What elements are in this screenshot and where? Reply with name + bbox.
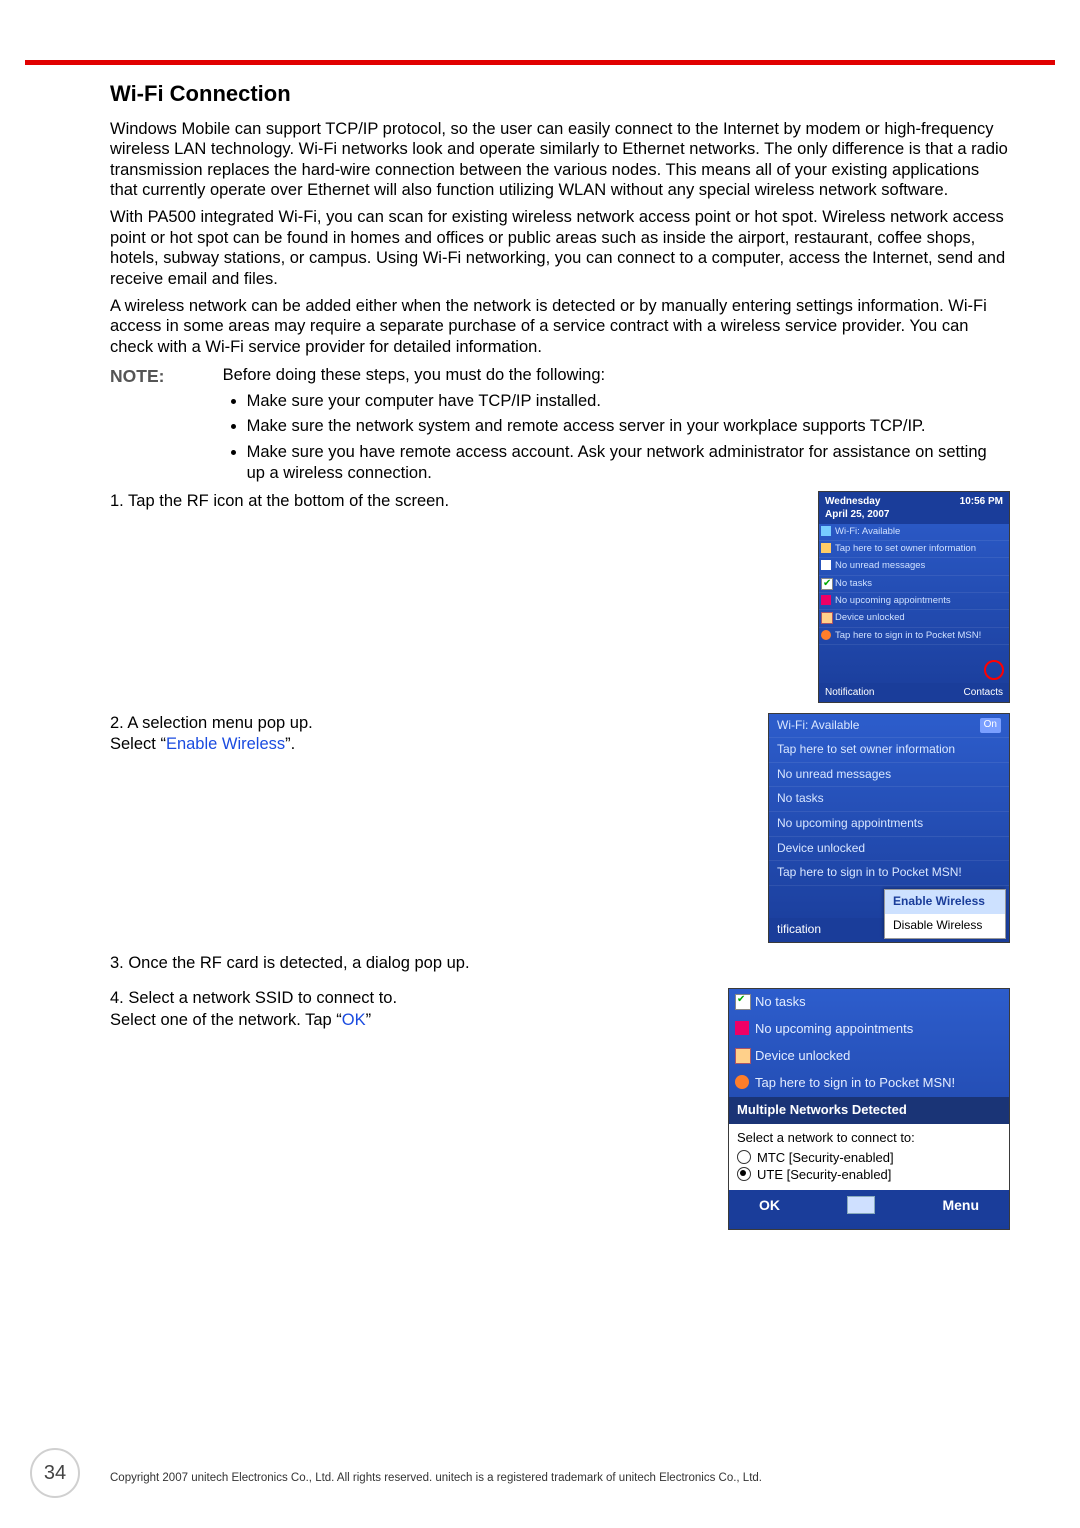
dev1-footer: Notification Contacts [819, 683, 1009, 702]
note-bullet-3: Make sure you have remote access account… [247, 442, 993, 485]
dev1-day: Wednesday [825, 496, 880, 507]
dev3-row-msn: Tap here to sign in to Pocket MSN! [729, 1070, 1009, 1097]
top-accent-bar [25, 60, 1055, 65]
dev2-row-appts: No upcoming appointments [769, 812, 1009, 837]
step-2b-pre: Select “ [110, 735, 166, 753]
step-2a: 2. A selection menu pop up. [110, 714, 313, 732]
note-intro: Before doing these steps, you must do th… [223, 366, 605, 384]
note-bullet-1: Make sure your computer have TCP/IP inst… [247, 391, 993, 412]
dev3-footer: OK Menu [729, 1190, 1009, 1220]
menu-item-enable-wireless[interactable]: Enable Wireless [885, 890, 1005, 914]
keyboard-icon[interactable] [847, 1196, 875, 1214]
dev2-row-owner: Tap here to set owner information [769, 738, 1009, 763]
step-4-block: 4. Select a network SSID to connect to. … [110, 988, 1010, 1230]
note-body: Before doing these steps, you must do th… [223, 365, 993, 490]
step-4a: 4. Select a network SSID to connect to. [110, 989, 397, 1007]
dev2-wifi-label: Wi-Fi: Available [777, 718, 859, 734]
dev2-row-msgs: No unread messages [769, 763, 1009, 788]
ok-link: OK [342, 1011, 366, 1029]
copyright-footer: Copyright 2007 unitech Electronics Co., … [110, 1471, 1020, 1486]
dev1-row-owner: Tap here to set owner information [819, 541, 1009, 558]
dev1-header: Wednesday April 25, 2007 10:56 PM [819, 492, 1009, 524]
dev1-time: 10:56 PM [960, 495, 1003, 521]
dev3-row-unlocked: Device unlocked [729, 1043, 1009, 1070]
note-block: NOTE: Before doing these steps, you must… [110, 365, 1010, 490]
wireless-context-menu: Enable Wireless Disable Wireless [884, 889, 1006, 938]
radio-ute[interactable] [737, 1167, 751, 1181]
network-option-ute[interactable]: UTE [Security-enabled] [757, 1167, 891, 1182]
dev1-row-msgs: No unread messages [819, 558, 1009, 575]
dev1-row-wifi: Wi-Fi: Available [819, 524, 1009, 541]
rf-icon-highlight [984, 660, 1004, 680]
network-option-mtc[interactable]: MTC [Security-enabled] [757, 1150, 894, 1165]
dev2-softkey-left: tification [769, 918, 885, 942]
step-2b-post: ”. [285, 735, 295, 753]
step-4b-post: ” [366, 1011, 372, 1029]
msn-icon [735, 1075, 749, 1089]
page-number: 34 [30, 1448, 80, 1498]
step-2-block: 2. A selection menu pop up. Select “Enab… [110, 713, 1010, 943]
dev1-row-appts: No upcoming appointments [819, 593, 1009, 610]
menu-item-disable-wireless[interactable]: Disable Wireless [885, 914, 1005, 938]
dev2-row-unlocked: Device unlocked [769, 837, 1009, 862]
dev1-row-unlocked: Device unlocked [819, 610, 1009, 627]
step-4-text: 4. Select a network SSID to connect to. … [110, 988, 728, 1031]
calendar-icon [735, 1021, 749, 1035]
dev3-row-tasks: No tasks [729, 989, 1009, 1016]
paragraph-2: With PA500 integrated Wi-Fi, you can sca… [110, 207, 1010, 290]
section-heading: Wi-Fi Connection [110, 80, 1010, 109]
dev3-row-appts: No upcoming appointments [729, 1016, 1009, 1043]
dev1-softkey-left: Notification [825, 686, 874, 699]
radio-mtc[interactable] [737, 1150, 751, 1164]
ok-button[interactable]: OK [759, 1196, 780, 1214]
note-label: NOTE: [110, 365, 218, 388]
check-icon [735, 994, 751, 1010]
step-3-text: 3. Once the RF card is detected, a dialo… [110, 953, 1010, 974]
dev2-row-wifi: Wi-Fi: Available On [769, 714, 1009, 739]
note-bullet-list: Make sure your computer have TCP/IP inst… [223, 391, 993, 485]
page-content: Wi-Fi Connection Windows Mobile can supp… [110, 80, 1010, 1240]
device-screenshot-3: No tasks No upcoming appointments Device… [728, 988, 1010, 1230]
dev3-dialog-body: Select a network to connect to: MTC [Sec… [729, 1124, 1009, 1191]
dev3-dialog-prompt: Select a network to connect to: [737, 1130, 1001, 1147]
dev1-date: April 25, 2007 [825, 509, 889, 520]
step-1-block: 1. Tap the RF icon at the bottom of the … [110, 491, 1010, 703]
key-icon [735, 1048, 751, 1064]
dev1-row-tasks: No tasks [819, 576, 1009, 593]
menu-button[interactable]: Menu [942, 1196, 979, 1214]
dev2-row-msn: Tap here to sign in to Pocket MSN! [769, 861, 1009, 886]
note-bullet-2: Make sure the network system and remote … [247, 416, 993, 437]
dev1-softkey-right: Contacts [964, 686, 1003, 699]
step-4b-pre: Select one of the network. Tap “ [110, 1011, 342, 1029]
enable-wireless-link: Enable Wireless [166, 735, 285, 753]
device-screenshot-1: Wednesday April 25, 2007 10:56 PM Wi-Fi:… [818, 491, 1010, 703]
dev3-dialog-title: Multiple Networks Detected [729, 1097, 1009, 1124]
device-screenshot-2: Wi-Fi: Available On Tap here to set owne… [768, 713, 1010, 943]
step-1-text: 1. Tap the RF icon at the bottom of the … [110, 491, 818, 512]
paragraph-3: A wireless network can be added either w… [110, 296, 1010, 358]
dev2-wifi-badge: On [980, 718, 1001, 734]
dev2-row-tasks: No tasks [769, 787, 1009, 812]
dev1-row-msn: Tap here to sign in to Pocket MSN! [819, 628, 1009, 645]
step-2-text: 2. A selection menu pop up. Select “Enab… [110, 713, 768, 756]
paragraph-1: Windows Mobile can support TCP/IP protoc… [110, 119, 1010, 202]
